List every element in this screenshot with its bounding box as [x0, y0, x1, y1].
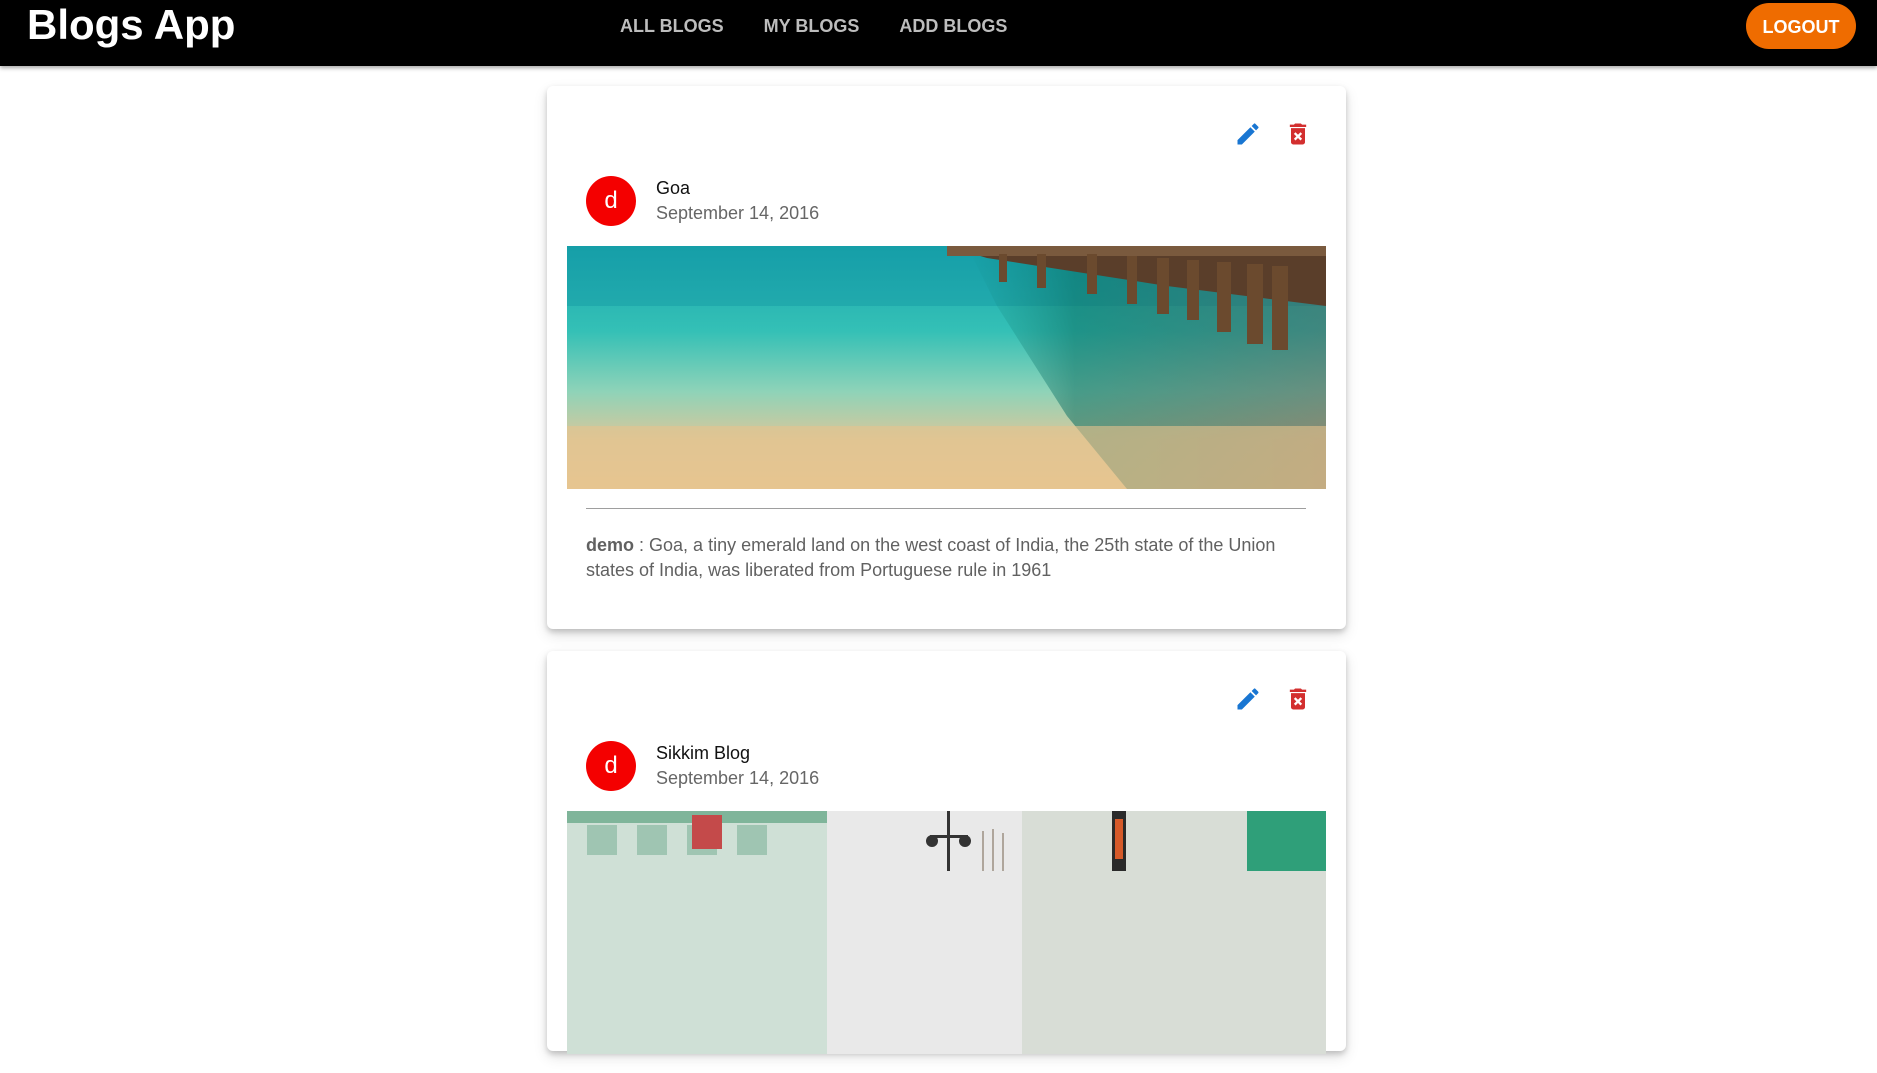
app-bar: Blogs App ALL BLOGS MY BLOGS ADD BLOGS L… — [0, 0, 1877, 66]
blog-card: d Sikkim Blog September 14, 2016 — [547, 651, 1346, 1054]
tab-add-blogs[interactable]: ADD BLOGS — [879, 0, 1027, 52]
avatar: d — [586, 741, 636, 791]
delete-forever-icon — [1289, 123, 1307, 145]
blog-author: demo — [586, 535, 635, 555]
nav-tabs: ALL BLOGS MY BLOGS ADD BLOGS — [600, 0, 1027, 52]
edit-icon — [1237, 688, 1259, 710]
blog-description: demo : Goa, a tiny emerald land on the w… — [586, 533, 1306, 583]
blog-image-street — [567, 811, 1326, 1054]
card-header: d Sikkim Blog September 14, 2016 — [586, 741, 819, 791]
card-actions — [1216, 681, 1316, 717]
delete-button[interactable] — [1280, 681, 1316, 717]
blog-card: d Goa September 14, 2016 demo: Goa, a t… — [547, 86, 1346, 629]
card-divider — [586, 508, 1306, 509]
card-header: d Goa September 14, 2016 — [586, 176, 819, 226]
blog-feed: d Goa September 14, 2016 demo: Goa, a t… — [547, 86, 1346, 1073]
tab-all-blogs[interactable]: ALL BLOGS — [600, 0, 744, 52]
logout-button[interactable]: LOGOUT — [1746, 3, 1856, 49]
blog-title: Sikkim Blog — [656, 743, 751, 763]
delete-forever-icon — [1289, 688, 1307, 710]
tab-my-blogs[interactable]: MY BLOGS — [744, 0, 880, 52]
blog-image-beach — [567, 246, 1326, 489]
edit-icon — [1237, 123, 1259, 145]
delete-button[interactable] — [1280, 116, 1316, 152]
edit-button[interactable] — [1230, 116, 1266, 152]
app-title: Blogs App — [27, 1, 236, 48]
card-actions — [1216, 116, 1316, 152]
avatar: d — [586, 176, 636, 226]
blog-date: September 14, 2016 — [656, 203, 820, 223]
author-separator: : — [634, 535, 650, 555]
blog-date: September 14, 2016 — [656, 768, 820, 788]
blog-title: Goa — [656, 178, 691, 198]
blog-description-text: Goa, a tiny emerald land on the west coa… — [586, 535, 1276, 580]
edit-button[interactable] — [1230, 681, 1266, 717]
